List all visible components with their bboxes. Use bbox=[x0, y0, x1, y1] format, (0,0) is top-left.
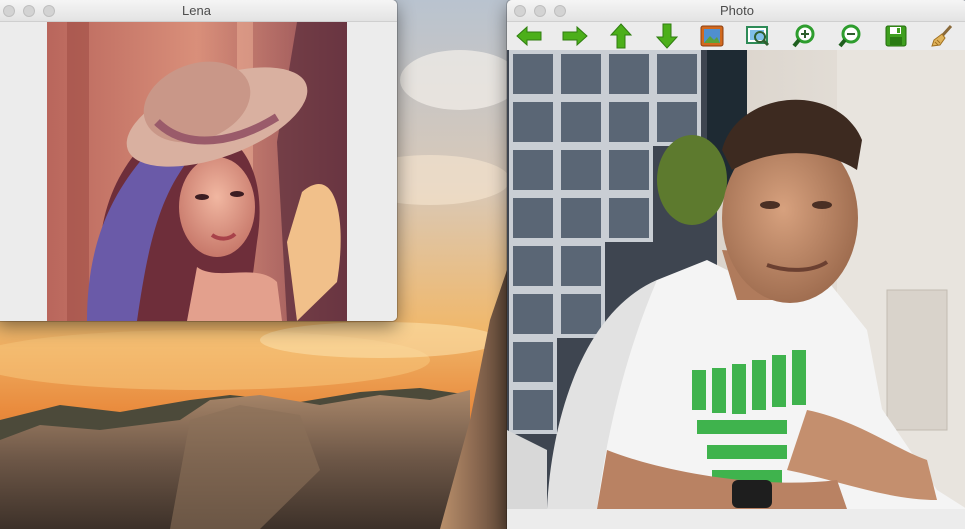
image-icon bbox=[700, 25, 724, 47]
up-button[interactable] bbox=[606, 23, 636, 49]
zoom-out-icon bbox=[838, 24, 861, 48]
down-button[interactable] bbox=[652, 23, 682, 49]
forward-button[interactable] bbox=[560, 23, 590, 49]
photo-window[interactable]: Photo bbox=[507, 0, 965, 529]
lena-window[interactable]: Lena bbox=[0, 0, 397, 321]
zoom-in-button[interactable] bbox=[789, 23, 819, 49]
photo-toolbar bbox=[507, 22, 965, 50]
fit-to-window-icon bbox=[746, 26, 770, 47]
fit-window-button[interactable] bbox=[743, 23, 773, 49]
open-image-button[interactable] bbox=[697, 23, 727, 49]
back-button[interactable] bbox=[514, 23, 544, 49]
save-button[interactable] bbox=[881, 23, 911, 49]
lena-content bbox=[0, 22, 397, 321]
clear-button[interactable] bbox=[927, 23, 957, 49]
lena-titlebar[interactable]: Lena bbox=[0, 0, 397, 22]
arrow-up-icon bbox=[609, 23, 633, 49]
status-bar bbox=[507, 509, 965, 529]
arrow-left-icon bbox=[516, 25, 542, 47]
arrow-right-icon bbox=[562, 25, 588, 47]
zoom-out-button[interactable] bbox=[835, 23, 865, 49]
zoom-in-icon bbox=[792, 24, 815, 48]
photo-titlebar[interactable]: Photo bbox=[507, 0, 965, 22]
arrow-down-icon bbox=[655, 23, 679, 49]
window-title: Lena bbox=[182, 3, 211, 18]
save-icon bbox=[885, 25, 907, 47]
window-title: Photo bbox=[720, 3, 754, 18]
clear-brush-icon bbox=[931, 24, 953, 47]
photo-image bbox=[507, 50, 965, 509]
lena-image bbox=[47, 22, 347, 321]
